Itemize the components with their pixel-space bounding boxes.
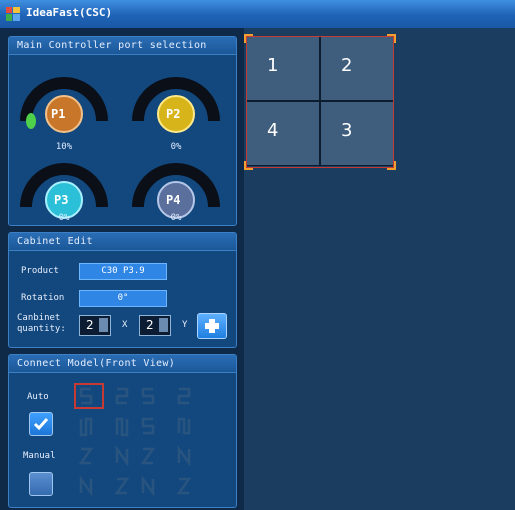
auto-label: Auto [27,392,49,402]
port-p4-label: P4 [166,193,181,207]
quantity-label-line2: quantity: [17,324,66,334]
pattern-11-icon [140,447,156,465]
pattern-4-icon [177,387,191,405]
cell-number: 1 [267,55,279,76]
port-selection-panel: Main Controller port selection P1 10% P2… [8,36,237,226]
manual-label: Manual [23,451,56,461]
pattern-8-icon [177,417,191,435]
cabinet-cell-4[interactable]: 4 [246,101,320,166]
left-sidebar: Main Controller port selection P1 10% P2… [0,28,244,510]
cabinet-edit-panel: Cabinet Edit Product C30 P3.9 Rotation 0… [8,232,237,348]
quantity-x-stepper[interactable]: 2 [79,315,111,336]
resize-handle-top-right-icon[interactable] [387,34,396,43]
cabinet-cell-1[interactable]: 1 [246,36,320,101]
product-field[interactable]: C30 P3.9 [79,263,167,280]
pattern-14-icon [114,477,130,495]
rotation-label: Rotation [21,293,65,303]
pattern-15-icon [141,475,155,497]
manual-checkbox[interactable] [29,472,53,496]
port-p3-label: P3 [54,193,69,207]
quantity-y-stepper[interactable]: 2 [139,315,171,336]
port-p2-gauge-icon [132,77,220,133]
app-window: IdeaFast(CSC) Main Controller port selec… [0,0,515,510]
resize-handle-bottom-left-icon[interactable] [244,161,253,170]
quantity-y-value: 2 [146,318,154,332]
port-p1-gauge-icon [20,77,108,133]
port-p1[interactable]: P1 [19,59,109,139]
pattern-9-icon [78,447,94,465]
connect-panel-header: Connect Model(Front View) [9,355,236,373]
port-panel-header: Main Controller port selection [9,37,236,55]
cell-number: 4 [267,120,279,141]
title-bar[interactable]: IdeaFast(CSC) [0,0,515,28]
cell-number: 2 [341,55,353,76]
quantity-y-arrows-icon[interactable] [159,318,168,332]
cabinet-cell-2[interactable]: 2 [320,36,394,101]
y-symbol: Y [182,320,188,330]
pattern-10-icon [115,445,129,467]
window-title: IdeaFast(CSC) [26,6,113,19]
resize-handle-top-left-icon[interactable] [244,34,253,43]
pattern-6-icon [115,417,129,437]
cabinet-panel-header: Cabinet Edit [9,233,236,251]
cabinet-cell-3[interactable]: 3 [320,101,394,166]
pattern-16-icon [176,477,192,495]
check-icon [33,418,49,431]
port-p2-label: P2 [166,107,181,121]
port-p1-label: P1 [51,107,66,121]
auto-checkbox[interactable] [29,412,53,436]
resize-handle-bottom-right-icon[interactable] [387,161,396,170]
wiring-patterns [74,383,192,497]
plus-icon [205,319,219,333]
quantity-x-arrows-icon[interactable] [99,318,108,332]
rotation-field[interactable]: 0° [79,290,167,307]
pattern-13-icon [79,475,93,497]
pattern-7-icon [141,417,155,435]
quantity-x-value: 2 [86,318,94,332]
port-p2[interactable]: P2 [131,59,221,139]
x-symbol: X [122,320,128,330]
add-cabinet-button[interactable] [197,313,227,339]
pattern-12-icon [177,445,191,467]
quantity-label-line1: Canbinet [17,313,61,323]
pattern-3-icon [141,387,155,405]
port-p4-percent: 0% [170,213,182,223]
app-logo-icon [6,7,20,21]
pattern-2-icon [115,387,129,405]
cell-number: 3 [341,120,353,141]
connect-model-panel: Connect Model(Front View) Auto Manual [8,354,237,508]
pattern-5-icon [79,417,93,437]
port-p3-percent: 0% [58,213,70,223]
product-label: Product [21,266,59,276]
pattern-1-icon [79,387,93,405]
